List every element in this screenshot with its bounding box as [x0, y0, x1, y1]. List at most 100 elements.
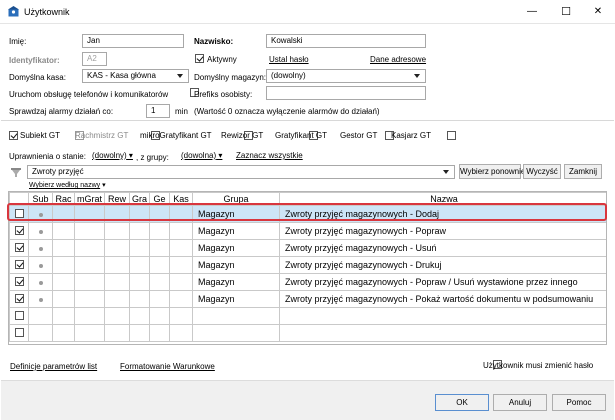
module-cell[interactable]: [129, 239, 150, 257]
col-header-rew[interactable]: Rew: [104, 192, 130, 206]
module-cell[interactable]: [52, 290, 75, 308]
module-cell[interactable]: [74, 290, 105, 308]
module-cell[interactable]: [149, 239, 170, 257]
table-row[interactable]: Magazyn Zwroty przyjęć magazynowych - Pop…: [9, 273, 606, 291]
table-row[interactable]: Magazyn Zwroty przyjęć magazynowych - Pok…: [9, 290, 606, 308]
module-cell[interactable]: [28, 256, 53, 274]
module-cell[interactable]: [129, 256, 150, 274]
close-button[interactable]: ✕: [588, 3, 608, 21]
stan-dropdown[interactable]: (dowolny) ▾: [92, 151, 133, 160]
row-checkbox[interactable]: [14, 225, 24, 235]
search-select[interactable]: Zwroty przyjęć: [27, 165, 455, 179]
module-kasjarz-checkbox[interactable]: [447, 131, 457, 140]
module-cell[interactable]: [74, 307, 105, 325]
alarmy-input[interactable]: 1: [146, 104, 170, 118]
module-cell[interactable]: [104, 205, 130, 223]
col-header-nazwa[interactable]: Nazwa: [279, 192, 606, 206]
module-cell[interactable]: [104, 256, 130, 274]
dane-adresowe-link[interactable]: Dane adresowe: [370, 55, 426, 64]
module-subiekt-checkbox[interactable]: [9, 131, 18, 140]
module-cell[interactable]: [149, 307, 170, 325]
pomoc-button[interactable]: Pomoc: [552, 394, 606, 411]
table-row[interactable]: Magazyn Zwroty przyjęć magazynowych - Usu…: [9, 239, 606, 257]
module-cell[interactable]: [149, 273, 170, 291]
module-cell[interactable]: [149, 290, 170, 308]
table-row[interactable]: Magazyn Zwroty przyjęć magazynowych - Dru…: [9, 256, 606, 274]
module-cell[interactable]: [28, 239, 53, 257]
identyfikator-input[interactable]: A2: [82, 52, 107, 66]
module-cell[interactable]: [169, 290, 193, 308]
module-cell[interactable]: [74, 273, 105, 291]
row-checkbox[interactable]: [14, 276, 24, 286]
module-cell[interactable]: [52, 239, 75, 257]
table-row[interactable]: [9, 307, 606, 325]
imie-input[interactable]: Jan: [82, 34, 184, 48]
module-cell[interactable]: [28, 324, 53, 342]
table-row[interactable]: Magazyn Zwroty przyjęć magazynowych - Pop…: [9, 222, 606, 240]
module-cell[interactable]: [169, 222, 193, 240]
col-header-ge[interactable]: Ge: [149, 192, 170, 206]
col-header-gra[interactable]: Gra: [129, 192, 150, 206]
filter-icon[interactable]: [10, 166, 22, 178]
zamknij-button[interactable]: Zamknij: [564, 164, 602, 179]
row-checkbox[interactable]: [14, 259, 24, 269]
module-cell[interactable]: [52, 256, 75, 274]
col-header-sub[interactable]: Sub: [28, 192, 53, 206]
module-cell[interactable]: [149, 256, 170, 274]
module-cell[interactable]: [129, 222, 150, 240]
module-cell[interactable]: [28, 222, 53, 240]
module-cell[interactable]: [104, 222, 130, 240]
module-cell[interactable]: [74, 324, 105, 342]
module-cell[interactable]: [149, 222, 170, 240]
row-checkbox-cell[interactable]: [9, 256, 29, 274]
module-cell[interactable]: [169, 205, 193, 223]
module-cell[interactable]: [104, 239, 130, 257]
module-cell[interactable]: [28, 290, 53, 308]
row-checkbox-cell[interactable]: [9, 239, 29, 257]
row-checkbox[interactable]: [14, 208, 24, 218]
ok-button[interactable]: OK: [435, 394, 489, 411]
sort-dropdown[interactable]: Wybierz według nazwy ▾: [29, 181, 106, 189]
row-checkbox-cell[interactable]: [9, 290, 29, 308]
module-cell[interactable]: [129, 205, 150, 223]
table-row[interactable]: Magazyn Zwroty przyjęć magazynowych - Dod…: [9, 205, 606, 223]
module-cell[interactable]: [74, 256, 105, 274]
module-cell[interactable]: [52, 324, 75, 342]
prefiks-input[interactable]: [266, 86, 426, 100]
module-cell[interactable]: [52, 205, 75, 223]
module-cell[interactable]: [104, 290, 130, 308]
module-cell[interactable]: [129, 307, 150, 325]
module-cell[interactable]: [74, 222, 105, 240]
module-cell[interactable]: [129, 273, 150, 291]
module-cell[interactable]: [129, 324, 150, 342]
minimize-button[interactable]: —: [522, 3, 542, 21]
module-cell[interactable]: [74, 239, 105, 257]
definicje-link[interactable]: Definicje parametrów list: [10, 362, 97, 371]
row-checkbox[interactable]: [14, 293, 24, 303]
ustal-haslo-link[interactable]: Ustal hasło: [269, 55, 309, 64]
domyslna-kasa-select[interactable]: KAS - Kasa główna: [82, 69, 189, 83]
module-cell[interactable]: [52, 307, 75, 325]
module-cell[interactable]: [169, 239, 193, 257]
row-checkbox[interactable]: [14, 242, 24, 252]
module-cell[interactable]: [129, 290, 150, 308]
module-cell[interactable]: [169, 324, 193, 342]
maximize-button[interactable]: ☐: [556, 3, 576, 21]
module-cell[interactable]: [28, 205, 53, 223]
module-cell[interactable]: [169, 256, 193, 274]
module-cell[interactable]: [149, 324, 170, 342]
aktywny-checkbox[interactable]: [195, 54, 204, 63]
col-header-kas[interactable]: Kas: [169, 192, 193, 206]
module-cell[interactable]: [52, 222, 75, 240]
module-cell[interactable]: [28, 307, 53, 325]
col-header-mgrat[interactable]: mGrat: [74, 192, 105, 206]
module-cell[interactable]: [169, 273, 193, 291]
module-cell[interactable]: [74, 205, 105, 223]
grupa-dropdown[interactable]: (dowolna) ▾: [181, 151, 222, 160]
row-checkbox[interactable]: [14, 327, 24, 337]
module-cell[interactable]: [149, 205, 170, 223]
module-cell[interactable]: [104, 324, 130, 342]
anuluj-button[interactable]: Anuluj: [493, 394, 547, 411]
module-cell[interactable]: [169, 307, 193, 325]
module-cell[interactable]: [104, 273, 130, 291]
